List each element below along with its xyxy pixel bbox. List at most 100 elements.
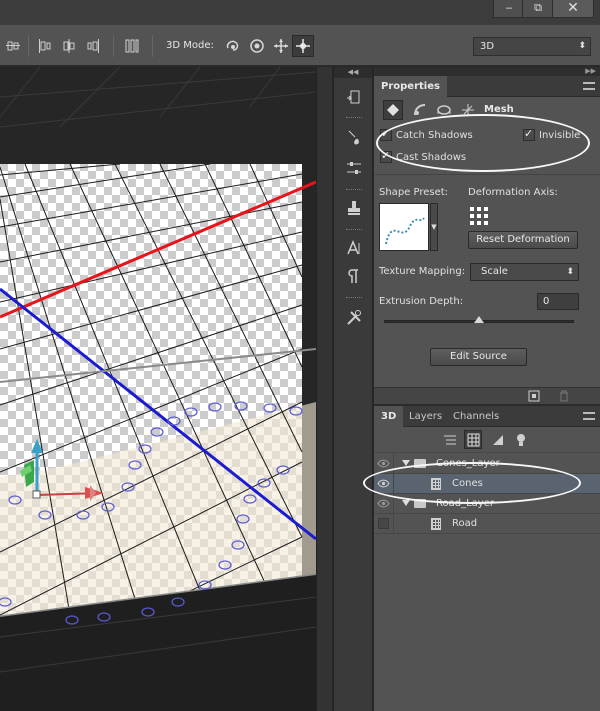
- restore-icon: ⧉: [534, 1, 542, 14]
- extrusion-depth-label: Extrusion Depth:: [379, 296, 464, 307]
- edit-source-button[interactable]: Edit Source: [430, 348, 527, 366]
- collapse-panel-icon[interactable]: ▶▶: [374, 67, 600, 76]
- layer-row-road-layer[interactable]: Road_Layer: [374, 494, 600, 514]
- light-filter-icon[interactable]: [514, 433, 528, 447]
- roll-3d-icon[interactable]: [249, 38, 265, 54]
- material-filter-icon[interactable]: [491, 433, 505, 447]
- expand-icon[interactable]: [402, 460, 410, 466]
- workspace-select[interactable]: 3D ⬍: [473, 37, 591, 56]
- shape-preset-swatch[interactable]: [379, 203, 429, 251]
- texture-mapping-label: Texture Mapping:: [379, 266, 466, 277]
- brush-presets-icon[interactable]: [345, 129, 363, 147]
- document-canvas[interactable]: [0, 67, 316, 711]
- canvas-scrollbar[interactable]: [316, 67, 332, 711]
- 3d-mode-label: 3D Mode:: [166, 40, 214, 51]
- align-right-icon[interactable]: [85, 38, 101, 54]
- grip[interactable]: [346, 117, 362, 118]
- layer-row-cones[interactable]: Cones: [374, 474, 600, 494]
- expand-icon[interactable]: [402, 500, 410, 506]
- tab-layers[interactable]: Layers: [402, 406, 449, 427]
- panel-menu-icon[interactable]: [583, 412, 595, 420]
- mesh-icon: [387, 104, 399, 116]
- stamp-icon[interactable]: [345, 199, 363, 217]
- slide-3d-button[interactable]: [292, 35, 314, 57]
- 3d-panel: 3D Layers Channels Cones_Layer Cones Roa…: [374, 404, 600, 711]
- grip[interactable]: [346, 189, 362, 190]
- separator: [152, 35, 153, 57]
- catch-shadows-box[interactable]: [380, 127, 392, 141]
- mesh-mode-button[interactable]: [383, 100, 403, 120]
- grip[interactable]: [346, 297, 362, 298]
- rotate-3d-icon[interactable]: [225, 38, 241, 54]
- trash-icon[interactable]: [558, 390, 570, 402]
- layer-name: Cones_Layer: [436, 458, 500, 469]
- scene-filter-icon[interactable]: [443, 433, 457, 447]
- properties-tabbar: Properties: [374, 76, 600, 97]
- deformation-axis-grid-icon[interactable]: [469, 206, 489, 226]
- deformation-axis-label: Deformation Axis:: [468, 187, 558, 198]
- separator: [28, 35, 29, 57]
- visibility-toggle[interactable]: [374, 494, 394, 514]
- align-center-icon[interactable]: [61, 38, 77, 54]
- catch-shadows-checkbox[interactable]: Catch Shadows: [380, 127, 473, 141]
- workspace-value: 3D: [480, 41, 495, 52]
- minimize-button[interactable]: ‒: [493, 0, 525, 18]
- hidden-visibility-box[interactable]: [378, 518, 389, 529]
- properties-panel: ▶▶ Properties Mesh Catch Shadows Invisib…: [374, 67, 600, 404]
- mesh-icon: [431, 518, 441, 530]
- panel-menu-icon[interactable]: [583, 82, 595, 90]
- align-left-icon[interactable]: [37, 38, 53, 54]
- layer-row-cones-layer[interactable]: Cones_Layer: [374, 454, 600, 474]
- character-icon[interactable]: [345, 239, 363, 257]
- deform-icon[interactable]: [412, 102, 428, 118]
- cap-icon[interactable]: [436, 102, 452, 118]
- invisible-box[interactable]: [523, 127, 535, 141]
- grip[interactable]: [346, 229, 362, 230]
- tab-3d[interactable]: 3D: [374, 406, 404, 427]
- eye-icon: [377, 479, 390, 488]
- catch-shadows-label: Catch Shadows: [396, 129, 473, 141]
- texture-mapping-select[interactable]: Scale ⬍: [470, 263, 579, 281]
- slider-thumb[interactable]: [474, 316, 484, 323]
- divider: [374, 174, 600, 175]
- minimize-icon: ‒: [505, 1, 513, 14]
- 3d-panel-tabbar: 3D Layers Channels: [374, 406, 600, 427]
- eye-icon: [377, 499, 390, 508]
- history-icon[interactable]: [345, 89, 363, 107]
- tab-properties[interactable]: Properties: [374, 76, 447, 97]
- layer-row-road[interactable]: Road: [374, 514, 600, 534]
- reset-deformation-button[interactable]: Reset Deformation: [468, 231, 578, 249]
- paragraph-icon[interactable]: [345, 267, 363, 285]
- mesh-label: Mesh: [484, 104, 514, 115]
- invisible-checkbox[interactable]: Invisible: [523, 127, 580, 141]
- 3d-scene[interactable]: [0, 67, 316, 711]
- close-button[interactable]: ✕: [552, 0, 594, 18]
- visibility-toggle[interactable]: [374, 474, 394, 494]
- align-top-icon[interactable]: [5, 38, 21, 54]
- distribute-icon[interactable]: [124, 38, 140, 54]
- shape-preset-label: Shape Preset:: [379, 187, 449, 198]
- mesh-filter-button[interactable]: [464, 430, 482, 449]
- properties-footer: [374, 387, 600, 404]
- chevron-updown-icon: ⬍: [566, 267, 574, 277]
- 3d-filter-row: [374, 427, 600, 453]
- chevron-updown-icon: ⬍: [578, 41, 586, 51]
- eye-icon: [377, 459, 390, 468]
- properties-mode-row: Mesh: [374, 97, 600, 123]
- render-icon[interactable]: [528, 390, 540, 402]
- cast-shadows-checkbox[interactable]: Cast Shadows: [380, 149, 467, 163]
- cast-shadows-box[interactable]: [380, 149, 392, 163]
- collapse-icon[interactable]: ◀◀: [334, 67, 372, 78]
- extrusion-depth-input[interactable]: 0: [537, 293, 579, 310]
- adjustments-icon[interactable]: [345, 159, 363, 177]
- mesh-filter-icon: [467, 433, 480, 447]
- coordinates-icon[interactable]: [460, 102, 476, 118]
- visibility-toggle[interactable]: [374, 514, 394, 534]
- restore-button[interactable]: ⧉: [522, 0, 554, 18]
- shape-preset-dropdown-icon[interactable]: ▼: [430, 203, 438, 251]
- visibility-toggle[interactable]: [374, 454, 394, 474]
- tools-icon[interactable]: [345, 309, 363, 327]
- cast-shadows-label: Cast Shadows: [396, 151, 467, 163]
- tab-channels[interactable]: Channels: [446, 406, 506, 427]
- drag-3d-icon[interactable]: [273, 38, 289, 54]
